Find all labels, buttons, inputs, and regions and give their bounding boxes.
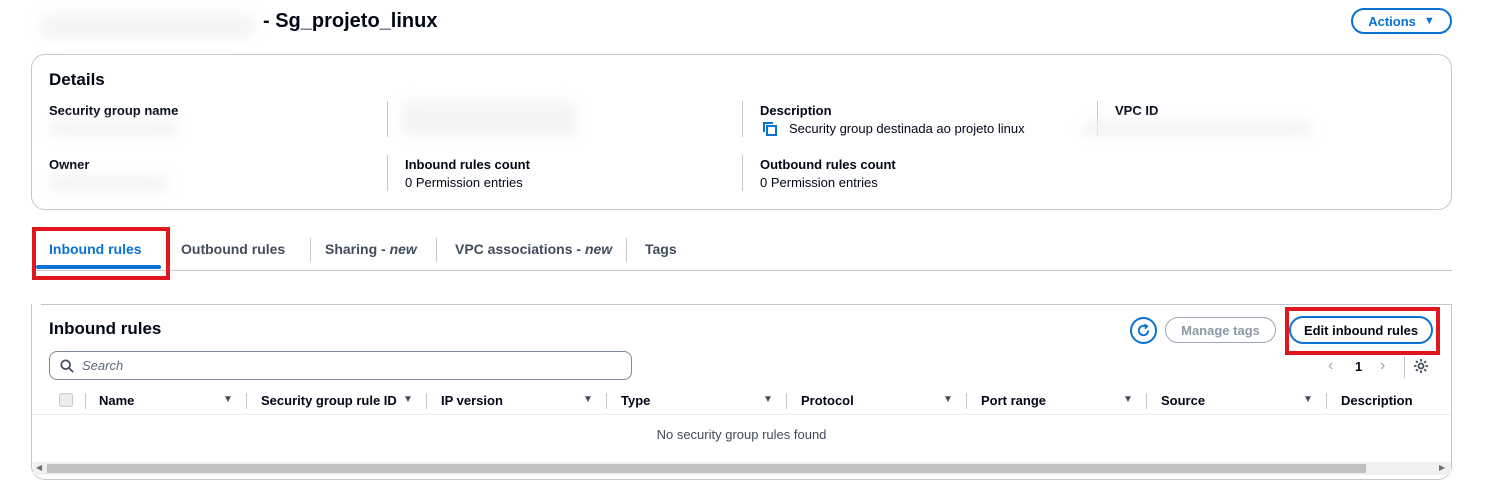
empty-state-message: No security group rules found bbox=[656, 427, 827, 442]
details-panel: Details Security group name Description … bbox=[31, 54, 1452, 210]
column-header-protocol[interactable]: Protocol bbox=[801, 393, 854, 408]
page-title: - Sg_projeto_linux bbox=[263, 10, 438, 32]
owner-label: Owner bbox=[49, 157, 90, 172]
table-body: No security group rules found bbox=[32, 414, 1451, 460]
page-number[interactable]: 1 bbox=[1355, 359, 1362, 374]
outbound-count-label: Outbound rules count bbox=[760, 157, 896, 172]
column-separator bbox=[966, 393, 967, 409]
chevron-right-icon[interactable]: › bbox=[1380, 357, 1385, 375]
inbound-count-label: Inbound rules count bbox=[405, 157, 530, 172]
column-header-rule-id[interactable]: Security group rule ID bbox=[261, 393, 397, 408]
tab-vpc-associations-label: VPC associations - bbox=[455, 241, 585, 257]
tab-outbound-rules[interactable]: Outbound rules bbox=[181, 241, 285, 257]
new-tag: new bbox=[389, 241, 417, 257]
scroll-left-icon[interactable]: ◀ bbox=[36, 463, 42, 472]
column-header-type[interactable]: Type bbox=[621, 393, 650, 408]
copy-icon[interactable] bbox=[762, 121, 778, 137]
caret-down-icon: ▼ bbox=[1423, 15, 1435, 27]
horizontal-scrollbar[interactable]: ◀ ▶ bbox=[33, 462, 1451, 475]
column-separator bbox=[246, 393, 247, 409]
details-title: Details bbox=[49, 70, 105, 89]
select-all-checkbox[interactable] bbox=[59, 393, 73, 407]
tab-separator bbox=[310, 238, 311, 262]
scroll-right-icon[interactable]: ▶ bbox=[1439, 463, 1445, 472]
tab-tags[interactable]: Tags bbox=[645, 241, 677, 257]
description-label: Description bbox=[760, 103, 832, 118]
settings-icon[interactable] bbox=[1413, 358, 1429, 374]
description-value: Security group destinada ao projeto linu… bbox=[789, 121, 1025, 136]
column-divider bbox=[742, 101, 743, 137]
tab-sharing[interactable]: Sharing - new bbox=[325, 241, 417, 257]
caret-down-icon[interactable]: ▼ bbox=[583, 394, 593, 405]
column-separator bbox=[85, 393, 86, 409]
scrollbar-thumb[interactable] bbox=[47, 464, 1366, 473]
column-separator bbox=[426, 393, 427, 409]
column-header-description[interactable]: Description bbox=[1341, 393, 1413, 408]
tab-separator bbox=[626, 238, 627, 262]
search-input[interactable] bbox=[82, 355, 622, 376]
highlight-box-edit-button bbox=[1285, 307, 1440, 355]
column-divider bbox=[742, 155, 743, 191]
column-divider bbox=[387, 101, 388, 137]
actions-label: Actions bbox=[1368, 13, 1416, 29]
manage-tags-button[interactable]: Manage tags bbox=[1165, 317, 1276, 343]
redacted-vpc-id bbox=[1082, 121, 1312, 137]
column-separator bbox=[606, 393, 607, 409]
tab-vpc-associations[interactable]: VPC associations - new bbox=[455, 241, 612, 257]
column-header-name[interactable]: Name bbox=[99, 393, 134, 408]
new-tag: new bbox=[584, 241, 613, 257]
refresh-button[interactable] bbox=[1130, 317, 1157, 344]
column-header-source[interactable]: Source bbox=[1161, 393, 1205, 408]
inbound-count-value: 0 Permission entries bbox=[405, 175, 523, 190]
caret-down-icon[interactable]: ▼ bbox=[223, 394, 233, 405]
actions-button[interactable]: Actions ▼ bbox=[1351, 8, 1452, 34]
panel-top-border bbox=[41, 304, 1452, 305]
redacted-sg-id bbox=[402, 101, 577, 137]
caret-down-icon[interactable]: ▼ bbox=[1123, 394, 1133, 405]
column-header-ip-version[interactable]: IP version bbox=[441, 393, 503, 408]
caret-down-icon[interactable]: ▼ bbox=[943, 394, 953, 405]
outbound-count-value: 0 Permission entries bbox=[760, 175, 878, 190]
highlight-box-inbound-tab bbox=[32, 227, 170, 280]
column-header-port-range[interactable]: Port range bbox=[981, 393, 1046, 408]
caret-down-icon[interactable]: ▼ bbox=[403, 394, 413, 405]
column-separator bbox=[1326, 393, 1327, 409]
column-divider bbox=[387, 155, 388, 191]
redacted-account-id bbox=[40, 14, 255, 38]
refresh-icon bbox=[1137, 323, 1150, 337]
column-separator bbox=[786, 393, 787, 409]
caret-down-icon[interactable]: ▼ bbox=[763, 394, 773, 405]
tab-sharing-label: Sharing - bbox=[325, 241, 390, 257]
chevron-left-icon[interactable]: ‹ bbox=[1328, 357, 1333, 375]
inbound-rules-title: Inbound rules bbox=[49, 319, 162, 338]
column-separator bbox=[1146, 393, 1147, 409]
tab-bar: Inbound rules Outbound rules Sharing - n… bbox=[31, 228, 1452, 271]
redacted-sg-name bbox=[49, 121, 179, 137]
table-header: Name ▼ Security group rule ID ▼ IP versi… bbox=[49, 388, 1452, 414]
redacted-owner bbox=[49, 175, 169, 191]
search-icon bbox=[60, 359, 74, 373]
pager-divider bbox=[1404, 356, 1405, 378]
sg-name-label: Security group name bbox=[49, 103, 179, 118]
vpc-id-label: VPC ID bbox=[1115, 103, 1159, 118]
caret-down-icon[interactable]: ▼ bbox=[1303, 394, 1313, 405]
tab-separator bbox=[436, 238, 437, 262]
search-field[interactable] bbox=[49, 351, 632, 380]
